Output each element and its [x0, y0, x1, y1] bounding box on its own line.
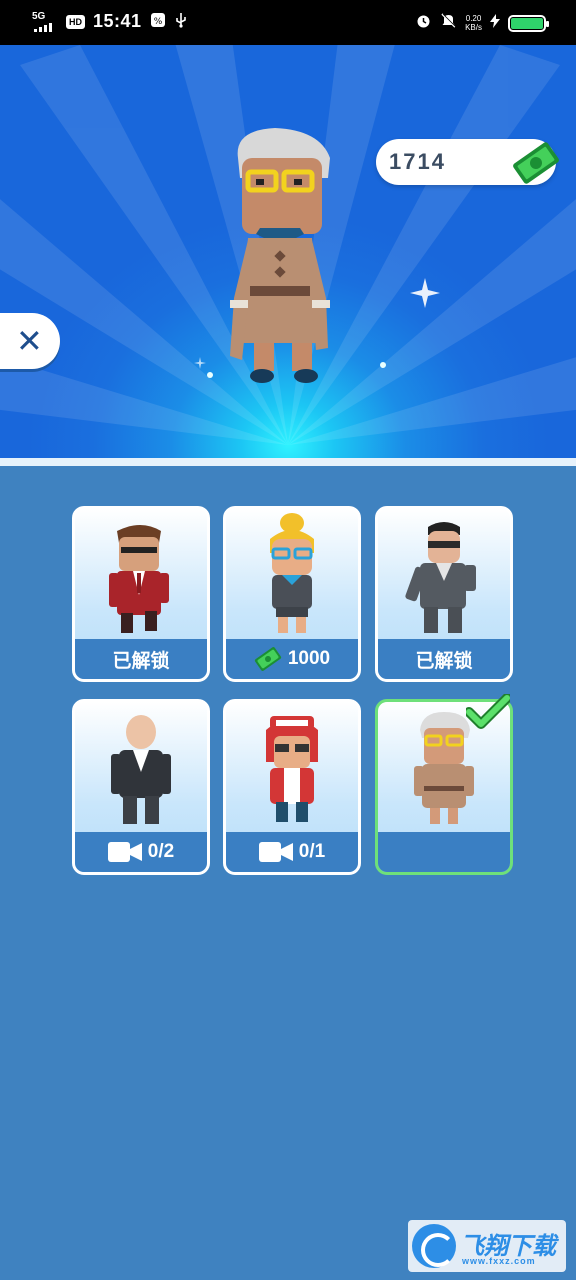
charging-icon: [490, 13, 500, 33]
section-divider: [0, 458, 576, 466]
svg-text:%: %: [153, 17, 162, 27]
signal-icon: 5G: [32, 11, 58, 32]
notification-icon: %: [150, 12, 166, 31]
character-portrait: [405, 522, 476, 633]
character-portrait: [109, 525, 169, 633]
watermark-logo: 飞翔下载 www.fxxz.com: [408, 1220, 566, 1272]
card-status: 已解锁: [378, 639, 510, 679]
character-card-2[interactable]: 1000: [223, 506, 361, 682]
character-card-3[interactable]: 已解锁: [375, 506, 513, 682]
cash-icon: [254, 647, 281, 671]
character-portrait: [111, 715, 171, 824]
character-card-1[interactable]: 已解锁: [72, 506, 210, 682]
character-card-4[interactable]: 0/2: [72, 699, 210, 875]
character-portrait: [270, 513, 314, 633]
mute-icon: [440, 12, 457, 34]
card-status: [378, 832, 510, 872]
currency-counter: 1714: [376, 139, 559, 185]
card-video-progress: 0/1: [226, 832, 358, 872]
alarm-icon: [415, 12, 432, 34]
video-icon: [107, 842, 142, 862]
cash-icon: [513, 142, 559, 184]
battery-icon: [508, 14, 549, 32]
usb-icon: [174, 12, 188, 31]
video-icon: [258, 842, 293, 862]
card-price: 1000: [226, 639, 358, 679]
close-icon: ✕: [16, 323, 43, 359]
status-bar: 5G HD 15:41 % 0.20 KB/s: [0, 0, 576, 45]
character-card-5[interactable]: 0/1: [223, 699, 361, 875]
close-button[interactable]: ✕: [0, 313, 60, 369]
selected-character-model: [230, 128, 330, 383]
clock: 15:41: [93, 11, 142, 31]
currency-amount: 1714: [389, 149, 446, 174]
card-status: 已解锁: [75, 639, 207, 679]
card-video-progress: 0/2: [75, 832, 207, 872]
network-speed: 0.20 KB/s: [465, 14, 482, 32]
character-portrait: [266, 716, 318, 822]
hd-badge: HD: [66, 14, 85, 29]
selected-check-icon: [466, 694, 510, 729]
watermark-icon: [412, 1224, 456, 1268]
